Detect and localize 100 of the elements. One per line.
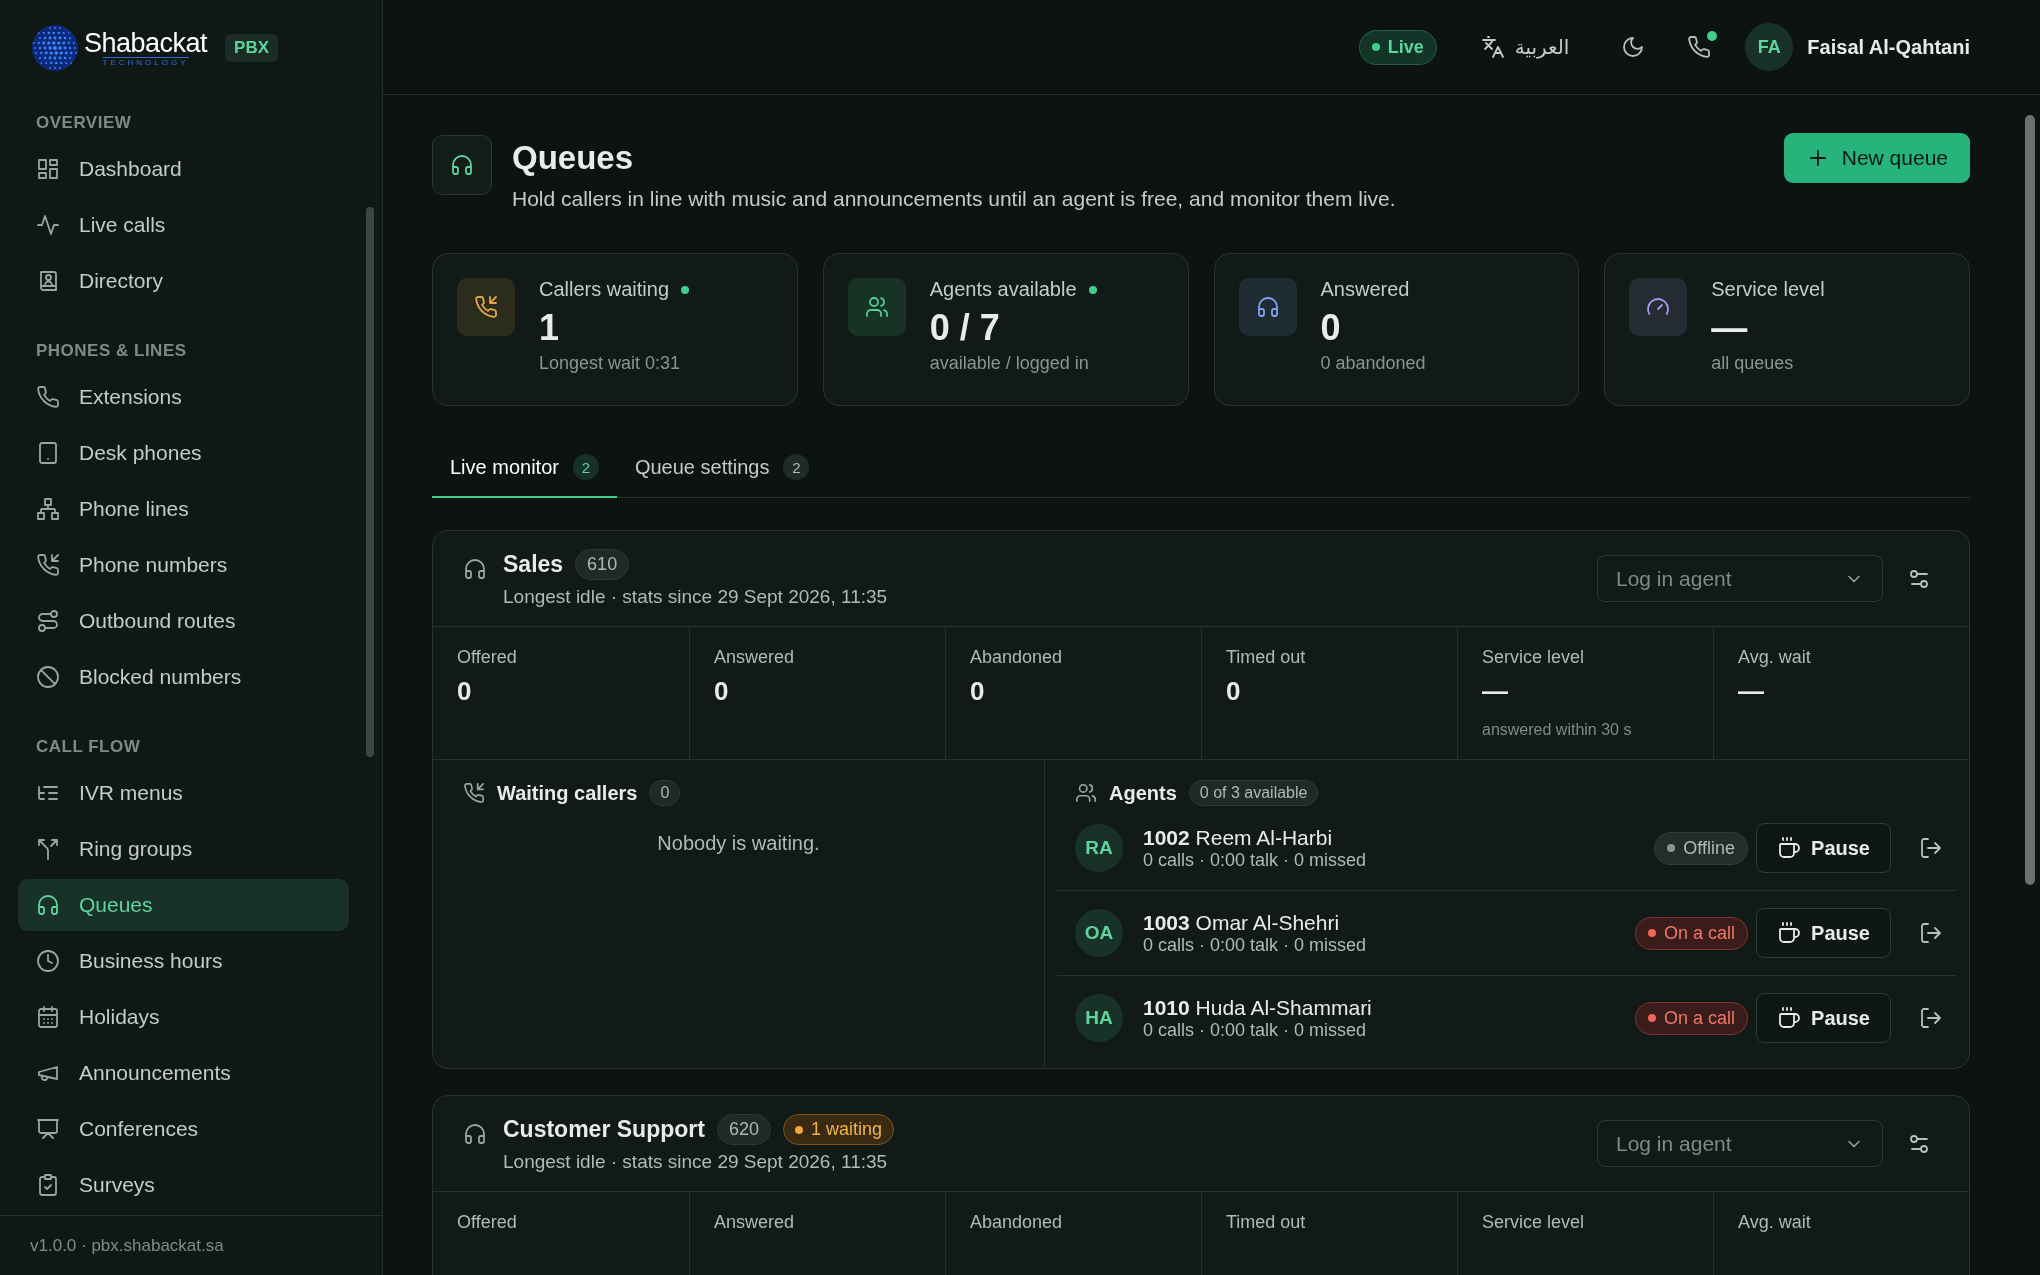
moon-icon <box>1621 35 1646 59</box>
sidebar-item[interactable]: Ring groups <box>18 823 349 875</box>
sidebar-item[interactable]: Phone numbers <box>18 539 349 591</box>
headphones-icon <box>450 153 474 177</box>
brand-tagline: TECHNOLOGY <box>102 56 189 67</box>
sidebar-item[interactable]: Conferences <box>18 1103 349 1155</box>
metric-label: Avg. wait <box>1738 1212 1812 1233</box>
agent-name: 1003 Omar Al-Shehri <box>1143 910 1341 935</box>
metric-label: Offered <box>457 647 518 668</box>
status-badge: On a call <box>1635 1001 1749 1035</box>
clock-icon <box>36 949 60 973</box>
translate-icon <box>1480 35 1505 59</box>
user-menu[interactable]: FA Faisal Al-Qahtani <box>1745 23 1970 71</box>
metric-value: 0 <box>714 676 730 707</box>
version-footer: v1.0.0 · pbx.shabackat.sa <box>0 1215 382 1275</box>
sidebar-item[interactable]: Desk phones <box>18 427 349 479</box>
stat-label: Service level <box>1711 278 1825 301</box>
globe-logo-icon <box>30 22 80 73</box>
metric-value: 0 <box>1226 676 1242 707</box>
metric-label: Service level <box>1482 1212 1586 1233</box>
tab[interactable]: Live monitor 2 <box>432 434 617 498</box>
metric-value: — <box>1482 676 1509 707</box>
headphones-icon <box>1255 295 1280 319</box>
ban-icon <box>36 665 60 689</box>
sidebar-item[interactable]: Outbound routes <box>18 595 349 647</box>
metric-label: Timed out <box>1226 1212 1307 1233</box>
status-badge: Offline <box>1654 831 1749 865</box>
coffee-cup-icon <box>1777 1006 1802 1030</box>
coffee-cup-icon <box>1777 836 1802 860</box>
phone-icon <box>36 385 60 409</box>
pause-button[interactable]: Pause <box>1756 993 1891 1043</box>
coffee-cup-icon <box>1777 921 1802 945</box>
presentation-board-icon <box>36 1117 60 1141</box>
sidebar-item[interactable]: Dashboard <box>18 143 349 195</box>
sidebar-item[interactable]: IVR menus <box>18 767 349 819</box>
new-queue-button[interactable]: New queue <box>1783 133 1970 183</box>
sidebar-item[interactable]: Directory <box>18 255 349 307</box>
sidebar-item[interactable]: Extensions <box>18 371 349 423</box>
brand-name: Shabackat <box>84 28 208 57</box>
incoming-call-icon <box>474 295 498 319</box>
agent-avatar: OA <box>1075 909 1123 957</box>
queue-name: Customer Support <box>503 1116 705 1143</box>
stat-caption: available / logged in <box>929 353 1090 374</box>
pause-button[interactable]: Pause <box>1756 908 1891 958</box>
pause-button[interactable]: Pause <box>1756 823 1891 873</box>
queue-subtitle: Longest idle · stats since 29 Sept 2026, 11:35 <box>503 586 889 608</box>
tab[interactable]: Queue settings 2 <box>616 434 828 498</box>
sidebar-item[interactable]: Blocked numbers <box>18 651 349 703</box>
empty-message: Nobody is waiting. <box>656 832 821 855</box>
headphones-icon <box>463 557 487 581</box>
dashboard-icon <box>36 157 60 181</box>
scrollbar[interactable] <box>2025 115 2035 885</box>
agent-select[interactable]: Log in agent <box>1597 555 1883 602</box>
agent-name: 1010 Huda Al-Shammari <box>1143 995 1373 1020</box>
sidebar-item[interactable]: Queues <box>18 879 349 931</box>
agent-avatar: HA <box>1075 994 1123 1042</box>
agent-avatar: RA <box>1075 824 1123 872</box>
waiting-badge: 1 waiting <box>782 1114 894 1145</box>
sidebar-item[interactable]: Surveys <box>18 1159 349 1211</box>
calendar-icon <box>36 1005 60 1029</box>
stat-value: 1 <box>539 307 561 349</box>
count-badge: 0 <box>649 780 681 806</box>
stat-label: Agents available <box>929 278 1077 301</box>
stat-label: Answered <box>1320 278 1410 301</box>
queue-number: 610 <box>575 549 630 580</box>
network-icon <box>36 497 60 521</box>
stat-label: Callers waiting <box>539 278 670 301</box>
sidebar-item[interactable]: Phone lines <box>18 483 349 535</box>
online-dot <box>1707 31 1718 41</box>
users-icon <box>864 295 889 319</box>
metric-label: Avg. wait <box>1738 647 1812 668</box>
language-button[interactable]: العربية <box>1480 35 1570 59</box>
stat-caption: all queues <box>1711 353 1795 374</box>
status-badge: On a call <box>1635 916 1749 950</box>
sidebar-item[interactable]: Business hours <box>18 935 349 987</box>
agent-stats: 0 calls · 0:00 talk · 0 missed <box>1143 849 1368 871</box>
stat-value: 0 <box>1320 307 1342 349</box>
phone-icon <box>1687 35 1712 59</box>
stat-caption: Longest wait 0:31 <box>539 353 682 374</box>
headphones-icon <box>36 893 60 917</box>
panel-title: Agents <box>1109 781 1177 805</box>
agent-stats: 0 calls · 0:00 talk · 0 missed <box>1143 934 1368 956</box>
availability-badge: 0 of 3 available <box>1188 780 1319 806</box>
sidebar-item[interactable]: Announcements <box>18 1047 349 1099</box>
metric-label: Abandoned <box>970 647 1064 668</box>
log-out-icon <box>1919 921 1943 945</box>
metric-note: answered within 30 s <box>1482 721 1633 739</box>
agent-stats: 0 calls · 0:00 talk · 0 missed <box>1143 1019 1368 1041</box>
log-out-icon <box>1919 1006 1943 1030</box>
metric-label: Abandoned <box>970 1212 1064 1233</box>
scrollbar[interactable] <box>366 207 374 757</box>
sidebar-item[interactable]: Live calls <box>18 199 349 251</box>
metric-label: Offered <box>457 1212 518 1233</box>
metric-value: — <box>1738 676 1765 707</box>
sidebar-item[interactable]: Holidays <box>18 991 349 1043</box>
agent-name: 1002 Reem Al-Harbi <box>1143 825 1334 850</box>
agent-select[interactable]: Log in agent <box>1597 1120 1883 1167</box>
section-heading: CALL FLOW <box>35 736 142 758</box>
section-heading: PHONES & LINES <box>35 340 188 362</box>
product-badge: PBX <box>225 33 279 62</box>
